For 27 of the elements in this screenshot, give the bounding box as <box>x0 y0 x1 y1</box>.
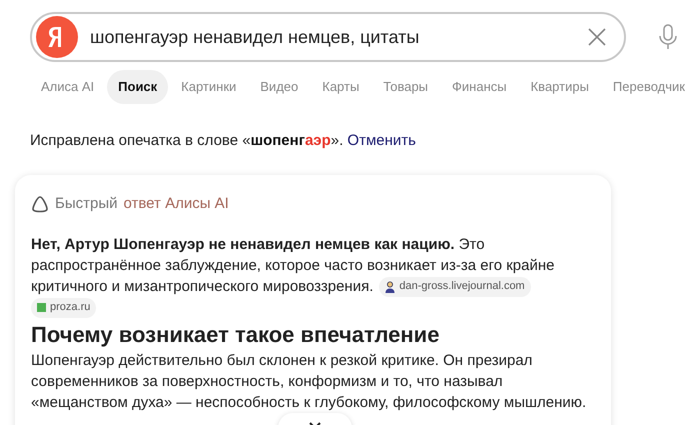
search-input[interactable]: шопенгауэр ненавидел немцев, цитаты <box>90 24 588 50</box>
source-chip[interactable]: proza.ru <box>31 298 96 318</box>
logo-icon <box>36 16 78 58</box>
undo-link[interactable]: Отменить <box>347 132 416 149</box>
answer-text: распространённое заблуждение, которое часто возникает из-за его крайне <box>31 256 554 276</box>
tab[interactable]: Картинки <box>170 70 248 104</box>
tab[interactable]: Карты <box>311 70 370 104</box>
paragraph: Шопенгауэр действительно был склонен к резкой критике. Он презирал современников за поверхностность, конформизм и то, что называл «мещанством духа» — неспособность к глубокому, философскому мышлению. <box>31 351 588 413</box>
source-chip[interactable]: dan-gross.livejournal.com <box>379 276 531 296</box>
correction-text: Исправлена опечатка в слове «шопенгаэр». Отменить <box>30 131 417 151</box>
search-field[interactable]: шопенгауэр ненавидел немцев, цитаты <box>30 12 626 62</box>
tab[interactable]: Алиса AI <box>30 70 106 104</box>
person-icon <box>385 280 396 292</box>
answer-text: критичного и мизантропического мировоззрения. <box>31 277 374 297</box>
tab[interactable]: Поиск <box>107 70 168 104</box>
alice-icon <box>31 194 49 213</box>
microphone-icon[interactable] <box>658 24 678 50</box>
section-heading: Почему возникает такое впечатление <box>31 321 440 349</box>
answer-brand: ответ Алисы AI <box>124 194 229 214</box>
answer-header: Быстрый <box>55 194 118 214</box>
tab[interactable]: Товары <box>372 70 440 104</box>
close-icon[interactable] <box>588 28 606 46</box>
tab[interactable]: Финансы <box>441 70 518 104</box>
answer-text: Нет, Артур Шопенгауэр не ненавидел немцев как нацию. Это <box>31 235 485 255</box>
tab[interactable]: Переводчик <box>602 70 696 104</box>
tab[interactable]: Видео <box>249 70 310 104</box>
tab[interactable]: Квартиры <box>520 70 600 104</box>
